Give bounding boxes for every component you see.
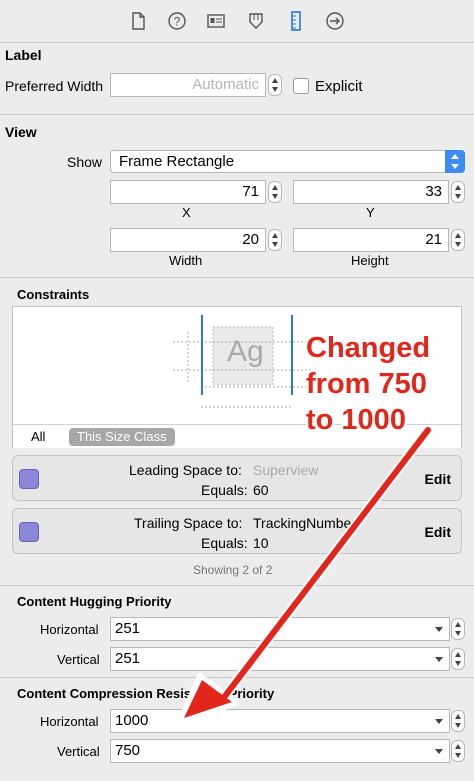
- annotation-line-1: Changed: [306, 332, 431, 364]
- annotation-line-2: from 750: [306, 368, 427, 400]
- annotation-text: Changed from 750 to 1000: [306, 330, 430, 438]
- annotation-line-3: to 1000: [306, 404, 406, 436]
